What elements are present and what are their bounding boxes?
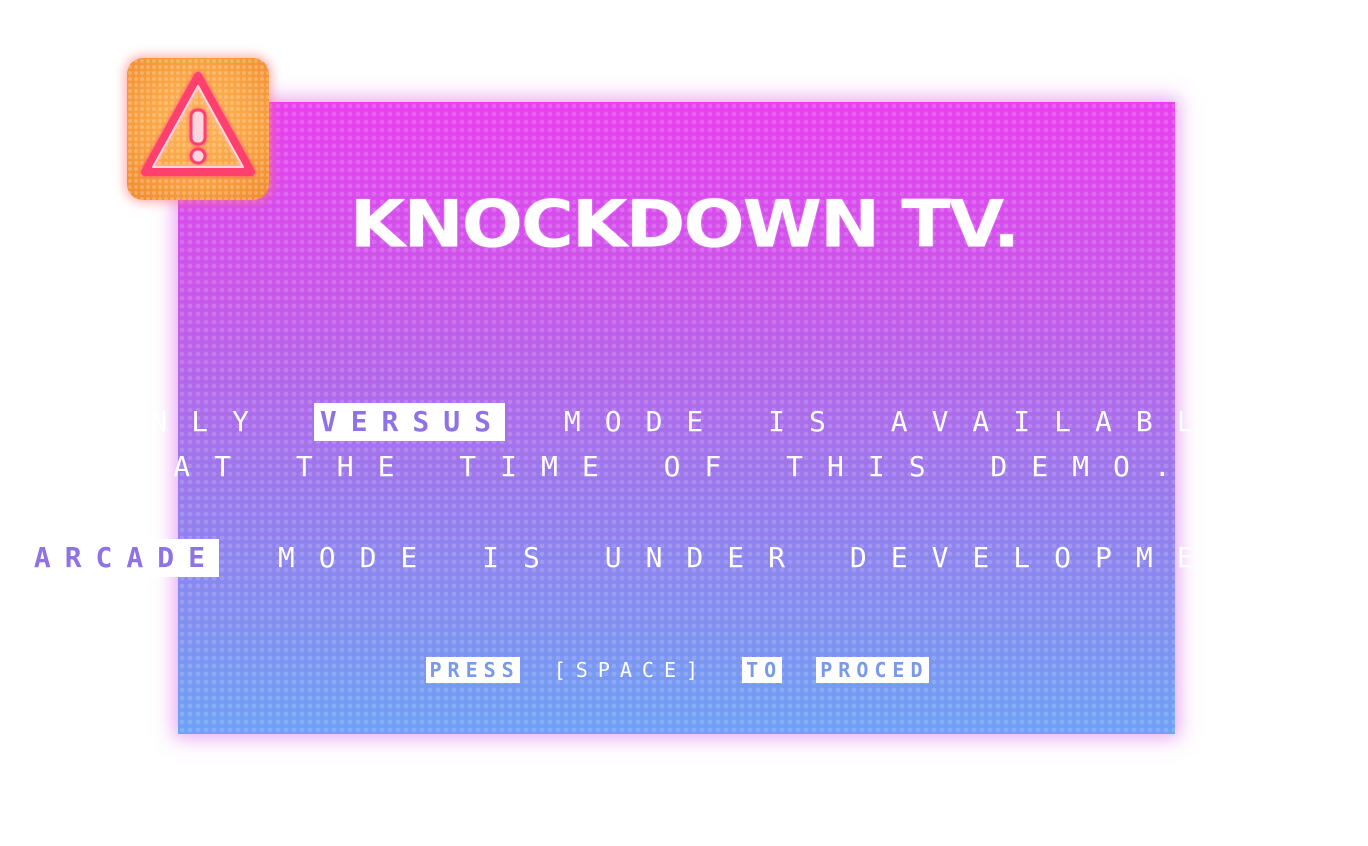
versus-mode-label: VERSUS bbox=[313, 403, 505, 441]
message-under-development: MODE IS UNDER DEVELOPMENT. bbox=[277, 541, 1341, 574]
message-line-1: ONLY VERSUS MODE IS AVAILABLE bbox=[0, 402, 1368, 442]
proceed-prompt: PRESS [SPACE] TO PROCED bbox=[0, 656, 1368, 684]
prompt-proceed: PROCED bbox=[816, 657, 929, 683]
prompt-press: PRESS bbox=[425, 657, 520, 683]
prompt-to: TO bbox=[742, 657, 783, 683]
warning-triangle-icon bbox=[141, 72, 255, 176]
message-mode-available: MODE IS AVAILABLE bbox=[563, 405, 1259, 438]
space-key-hint: [SPACE] bbox=[553, 658, 709, 682]
message-line-3: ARCADE MODE IS UNDER DEVELOPMENT. bbox=[0, 538, 1368, 578]
warning-badge bbox=[127, 58, 269, 200]
arcade-mode-label: ARCADE bbox=[27, 539, 219, 577]
message-line-2: AT THE TIME OF THIS DEMO. bbox=[173, 450, 1195, 483]
message-word-only: ONLY bbox=[109, 405, 273, 438]
